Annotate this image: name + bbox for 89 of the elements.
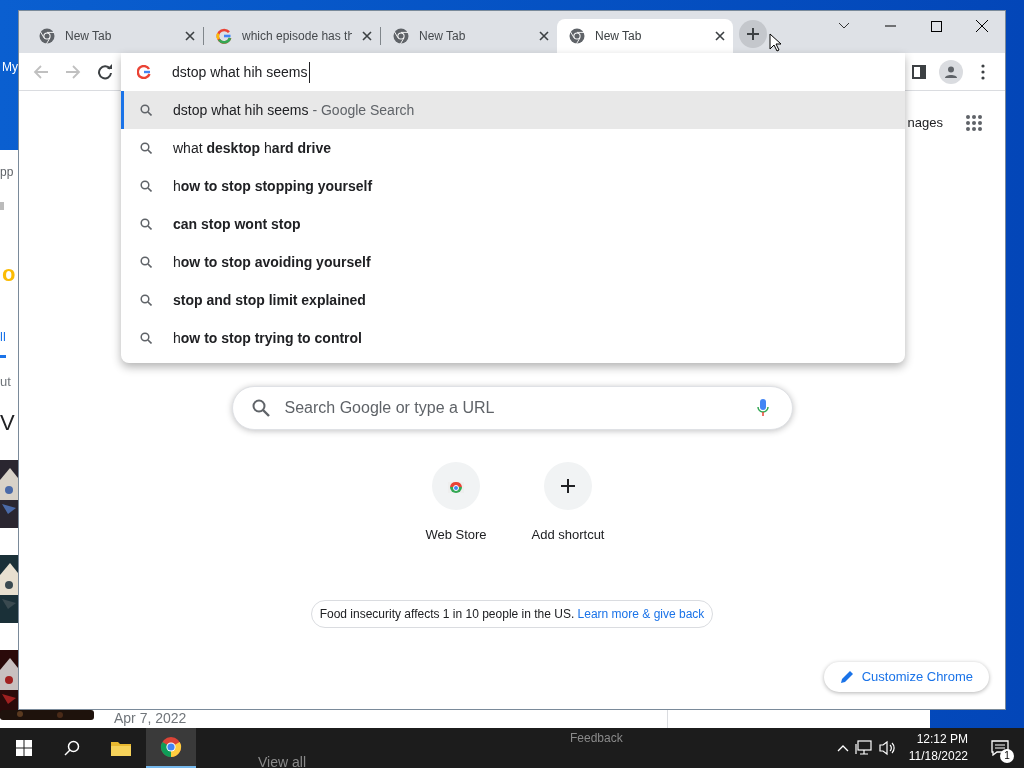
close-icon[interactable]	[185, 31, 195, 41]
back-arrow-icon	[33, 63, 49, 80]
suggestion-text: how to stop stopping yourself	[173, 176, 373, 196]
search-icon	[140, 104, 152, 116]
notification-button[interactable]: 1	[980, 728, 1020, 768]
video-date: Apr 7, 2022	[114, 711, 187, 725]
omnibox-text[interactable]: dstop what hih seems	[172, 61, 311, 83]
browser-tab[interactable]: New Tab	[557, 19, 733, 53]
search-icon	[140, 256, 152, 268]
search-icon	[64, 740, 80, 756]
taskbar-app-button[interactable]	[146, 728, 196, 768]
tab-title: New Tab	[65, 28, 113, 45]
feedback-link[interactable]: Feedback	[570, 732, 623, 744]
browser-tab[interactable]: New Tab	[381, 19, 557, 53]
clock-time[interactable]: 12:12 PM	[916, 731, 968, 748]
suggestion-item[interactable]: how to stop avoiding yourself	[121, 243, 905, 281]
pencil-icon	[839, 670, 854, 684]
suggestion-item[interactable]: stop and stop limit explained	[121, 281, 905, 319]
cut-text: pp	[0, 166, 14, 178]
tab-underline	[0, 355, 6, 358]
maximize-icon	[930, 20, 942, 32]
suggestion-item[interactable]: how to stop trying to control	[121, 319, 905, 357]
google-icon	[216, 28, 232, 44]
chrome-icon	[393, 28, 409, 44]
folder-icon	[110, 739, 132, 757]
suggestion-item[interactable]: dstop what hih seems - Google Search	[121, 91, 905, 129]
cursor-icon	[769, 33, 781, 52]
close-icon[interactable]	[539, 31, 549, 41]
chevron-icon	[838, 22, 850, 30]
browser-tab[interactable]: New Tab	[27, 19, 203, 53]
person-icon	[944, 64, 958, 79]
microphone-icon[interactable]	[756, 399, 769, 417]
images-link[interactable]: nages	[907, 113, 943, 133]
logo-fragment: o	[2, 263, 16, 285]
tab-title: New Tab	[419, 28, 467, 45]
search-icon	[140, 332, 152, 344]
suggestion-text: how to stop avoiding yourself	[173, 252, 371, 272]
view-all-link[interactable]: View all	[258, 755, 306, 768]
suggestion-item[interactable]: can stop wont stop	[121, 205, 905, 243]
omnibox[interactable]: dstop what hih seems	[121, 53, 905, 91]
chrome-icon	[160, 736, 182, 758]
shortcut-label: Web Store	[425, 526, 487, 544]
reload-icon	[97, 63, 113, 80]
shortcut-tile[interactable]: Web Store	[400, 462, 512, 574]
shortcut-label: Add shortcut	[531, 526, 605, 544]
new-tab-button[interactable]	[739, 20, 767, 48]
suggestion-text: how to stop trying to control	[173, 328, 362, 348]
promo-text: Food insecurity affects 1 in 10 people in the US. Learn more & give back	[319, 606, 705, 623]
clock-date[interactable]: 11/18/2022	[908, 748, 968, 765]
suggestion-item[interactable]: what desktop hard drive	[121, 129, 905, 167]
search-icon	[140, 218, 152, 230]
close-icon[interactable]	[362, 31, 372, 41]
chrome-icon	[39, 28, 55, 44]
suggestion-suffix: - Google Search	[312, 100, 415, 120]
search-icon	[251, 399, 270, 417]
cut-text: V	[0, 412, 15, 434]
tab-title: New Tab	[595, 28, 643, 45]
add-icon	[560, 478, 576, 494]
close-icon	[976, 20, 988, 32]
search-icon	[140, 180, 152, 192]
suggestion-text: can stop wont stop	[173, 214, 301, 234]
search-icon	[140, 142, 152, 154]
chevron-up-icon[interactable]	[836, 744, 849, 752]
learn-more-link[interactable]: Learn more & give back	[577, 607, 705, 621]
notification-badge: 1	[1000, 749, 1014, 763]
search-field[interactable]: Search Google or type a URL	[231, 386, 793, 430]
cut-text: ut	[0, 375, 11, 388]
apps-grid-icon[interactable]	[965, 114, 983, 132]
menu-icon	[981, 63, 985, 80]
google-icon	[137, 65, 151, 79]
network-icon[interactable]	[854, 740, 873, 756]
forward-arrow-icon	[65, 63, 81, 80]
profile-button[interactable]	[939, 59, 963, 84]
shortcut-tile[interactable]: Add shortcut	[512, 462, 624, 574]
chrome-icon	[569, 28, 585, 44]
windows-icon	[16, 740, 32, 756]
minimize-icon	[884, 25, 896, 27]
search-icon	[140, 294, 152, 306]
side-panel-icon	[912, 64, 926, 79]
tab-label[interactable]: ll	[0, 330, 6, 343]
customize-chrome-button[interactable]: Customize Chrome	[823, 662, 989, 692]
suggestion-item[interactable]: how to stop stopping yourself	[121, 167, 905, 205]
suggestion-text: dstop what hih seems	[173, 100, 309, 120]
suggestion-text: stop and stop limit explained	[173, 290, 366, 310]
speaker-icon[interactable]	[878, 740, 897, 756]
close-icon[interactable]	[715, 31, 725, 41]
plus-icon	[746, 27, 760, 41]
suggestion-text: what desktop hard drive	[173, 138, 331, 158]
desktop-icon-label[interactable]: My	[2, 58, 18, 76]
